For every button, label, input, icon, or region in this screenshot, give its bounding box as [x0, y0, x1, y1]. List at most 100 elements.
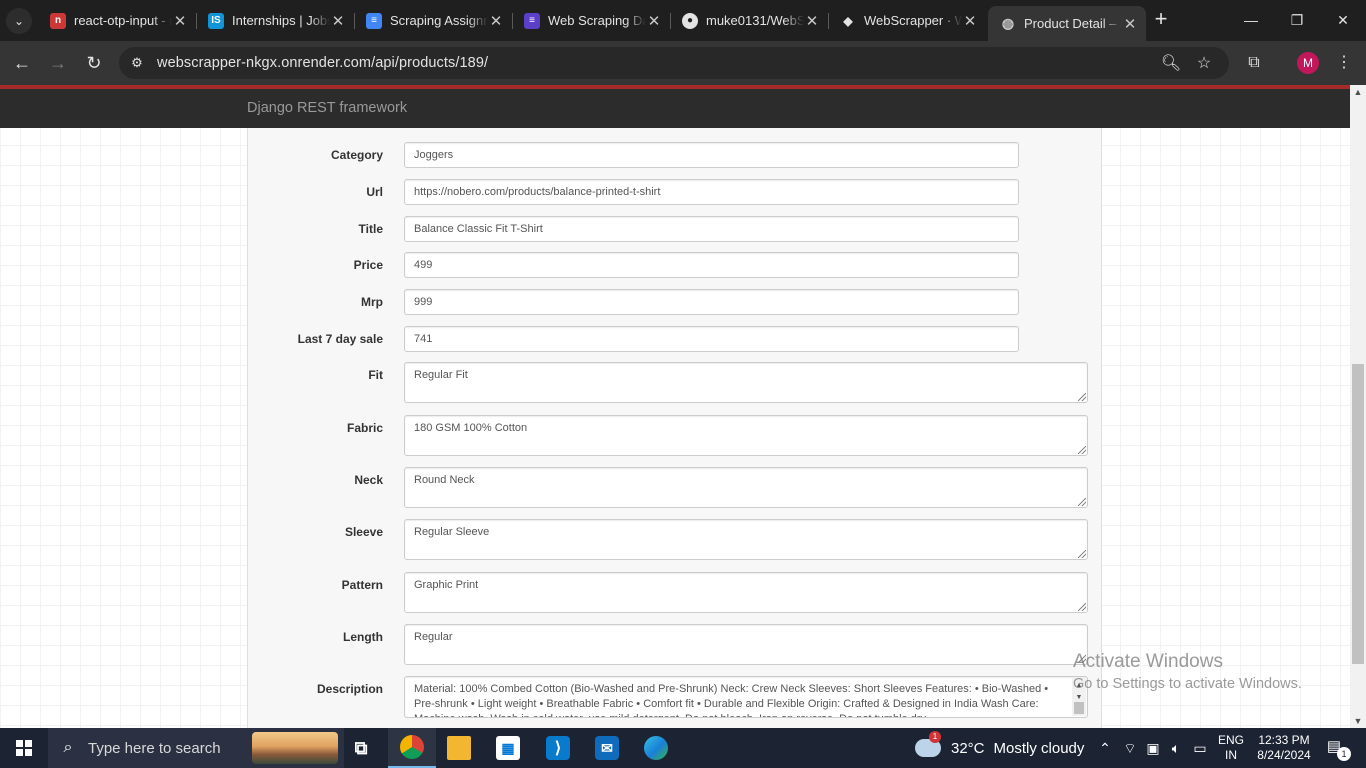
extensions-icon[interactable]: ⧉ [1243, 52, 1265, 74]
category-input[interactable]: Joggers [404, 142, 1019, 168]
tab-product-detail[interactable]: ◍ Product Detail – Django REST framework… [988, 6, 1146, 41]
close-icon[interactable]: ✕ [804, 12, 820, 30]
textarea-value: Material: 100% Combed Cotton (Bio-Washed… [414, 683, 1049, 717]
address-bar[interactable]: ⚙ webscrapper-nkgx.onrender.com/api/prod… [119, 47, 1229, 79]
neck-textarea[interactable]: Round Neck [404, 467, 1088, 508]
resize-grip-icon[interactable] [1078, 603, 1086, 611]
github-icon: ● [682, 12, 698, 29]
close-icon[interactable]: ✕ [646, 12, 662, 30]
tab-npm[interactable]: n react-otp-input - npm ✕ [38, 6, 196, 35]
tab-strip: ⌄ n react-otp-input - npm ✕ IS Internshi… [0, 0, 1366, 41]
resize-grip-icon[interactable] [1078, 550, 1086, 558]
fit-textarea[interactable]: Regular Fit [404, 362, 1088, 403]
edge-icon [644, 736, 668, 760]
back-button[interactable]: ← [9, 50, 35, 76]
mail-icon: ✉ [595, 736, 619, 760]
taskbar-edge[interactable] [632, 728, 680, 768]
url-text[interactable]: webscrapper-nkgx.onrender.com/api/produc… [157, 55, 488, 71]
start-button[interactable] [0, 728, 48, 768]
drf-navbar: Django REST framework [0, 85, 1350, 128]
cloud-icon: 1 [915, 731, 941, 757]
tab-web-scraping-dashboard[interactable]: ≡ Web Scraping Dashboard ✕ [512, 6, 670, 35]
notification-center-button[interactable]: ▤ 1 [1323, 737, 1351, 761]
site-info-icon[interactable]: ⚙ [127, 53, 147, 73]
tab-search-button[interactable]: ⌄ [6, 8, 32, 34]
length-textarea[interactable]: Regular [404, 624, 1088, 665]
resize-grip-icon[interactable] [1078, 446, 1086, 454]
scroll-thumb[interactable] [1352, 364, 1364, 664]
product-form: Category Joggers Url https://nobero.com/… [247, 128, 1102, 728]
close-icon[interactable]: ✕ [330, 12, 346, 30]
weather-widget[interactable]: 1 32°C Mostly cloudy [915, 728, 1084, 768]
folder-icon [447, 736, 471, 760]
mrp-input[interactable]: 999 [404, 289, 1019, 315]
close-icon[interactable]: ✕ [962, 12, 978, 30]
onenote-icon: ≡ [524, 12, 540, 29]
scroll-down-icon[interactable]: ▼ [1350, 716, 1366, 726]
tab-label: Product Detail – Django REST framework [1024, 16, 1122, 31]
url-input[interactable]: https://nobero.com/products/balance-prin… [404, 179, 1019, 205]
minimize-button[interactable]: — [1228, 0, 1274, 41]
close-icon[interactable]: ✕ [1122, 15, 1138, 33]
chevron-up-icon[interactable]: ⌃ [1096, 728, 1114, 768]
forward-button[interactable]: → [45, 50, 71, 76]
page-viewport: Django REST framework Category Joggers U… [0, 85, 1350, 728]
resize-grip-icon[interactable] [1078, 498, 1086, 506]
meet-now-icon[interactable]: ▣ [1143, 728, 1163, 768]
tab-scraping-assignment[interactable]: ≡ Scraping Assignment ✕ [354, 6, 512, 35]
store-icon: ▦ [496, 736, 520, 760]
tab-render[interactable]: ◆ WebScrapper · Web Service ✕ [828, 6, 986, 35]
restore-button[interactable]: ❐ [1274, 0, 1320, 41]
field-label: Price [353, 258, 383, 272]
close-window-button[interactable]: ✕ [1320, 0, 1366, 41]
system-clock[interactable]: 12:33 PM 8/24/2024 [1252, 733, 1316, 763]
notification-count: 1 [1337, 747, 1351, 761]
taskbar-file-explorer[interactable] [435, 728, 483, 768]
page-scrollbar[interactable]: ▲ ▼ [1350, 85, 1366, 728]
zoom-icon[interactable]: 🔍︎ [1160, 53, 1182, 75]
taskbar-store[interactable]: ▦ [484, 728, 532, 768]
drf-brand-link[interactable]: Django REST framework [247, 100, 407, 116]
battery-icon[interactable]: ▭ [1189, 728, 1211, 768]
volume-icon[interactable]: 🔈︎ [1166, 728, 1186, 768]
clock-date: 8/24/2024 [1257, 748, 1311, 762]
sleeve-textarea[interactable]: Regular Sleeve [404, 519, 1088, 560]
new-tab-button[interactable]: + [1150, 8, 1172, 30]
tab-label: Scraping Assignment [390, 13, 488, 28]
menu-kebab-icon[interactable]: ⋮ [1333, 52, 1355, 74]
resize-grip-icon[interactable] [1078, 393, 1086, 401]
description-textarea[interactable]: Material: 100% Combed Cotton (Bio-Washed… [404, 676, 1088, 718]
clock-time: 12:33 PM [1258, 733, 1310, 747]
taskbar-mail[interactable]: ✉ [583, 728, 631, 768]
tab-internships[interactable]: IS Internships | Jobs ✕ [196, 6, 354, 35]
network-icon[interactable]: ⌔ [1120, 728, 1140, 768]
close-icon[interactable]: ✕ [488, 12, 504, 30]
windows-logo-icon [16, 740, 32, 756]
tab-label: react-otp-input - npm [74, 13, 172, 28]
pattern-textarea[interactable]: Graphic Print [404, 572, 1088, 613]
scroll-thumb[interactable] [1074, 702, 1084, 714]
field-label: Url [366, 185, 383, 199]
last-7-day-sale-input[interactable]: 741 [404, 326, 1019, 352]
task-view-icon: ⧉ [354, 737, 368, 758]
lang-code: ENG [1217, 733, 1244, 747]
reload-button[interactable]: ↻ [81, 50, 107, 76]
bookmark-star-icon[interactable]: ☆ [1193, 53, 1215, 75]
fabric-textarea[interactable]: 180 GSM 100% Cotton [404, 415, 1088, 456]
taskbar-vscode[interactable]: ⟩ [534, 728, 582, 768]
taskbar-chrome[interactable] [388, 728, 436, 768]
tab-github[interactable]: ● muke0131/WebScrapper ✕ [670, 6, 828, 35]
task-view-button[interactable]: ⧉ [337, 728, 385, 768]
title-input[interactable]: Balance Classic Fit T-Shirt [404, 216, 1019, 242]
weather-text: Mostly cloudy [993, 739, 1085, 757]
taskbar-search-box[interactable]: ⌕ Type here to search [48, 728, 344, 768]
close-icon[interactable]: ✕ [172, 12, 188, 30]
avatar[interactable]: M [1297, 52, 1319, 74]
taskbar: ⌕ Type here to search ⧉ ▦ ⟩ ✉ 1 32°C Mos… [0, 728, 1366, 768]
scroll-up-icon[interactable]: ▲ [1350, 87, 1366, 97]
price-input[interactable]: 499 [404, 252, 1019, 278]
field-label: Length [343, 630, 383, 644]
input-language[interactable]: ENG IN [1216, 733, 1246, 763]
field-label: Fabric [346, 421, 383, 435]
tab-label: Internships | Jobs [232, 13, 330, 28]
